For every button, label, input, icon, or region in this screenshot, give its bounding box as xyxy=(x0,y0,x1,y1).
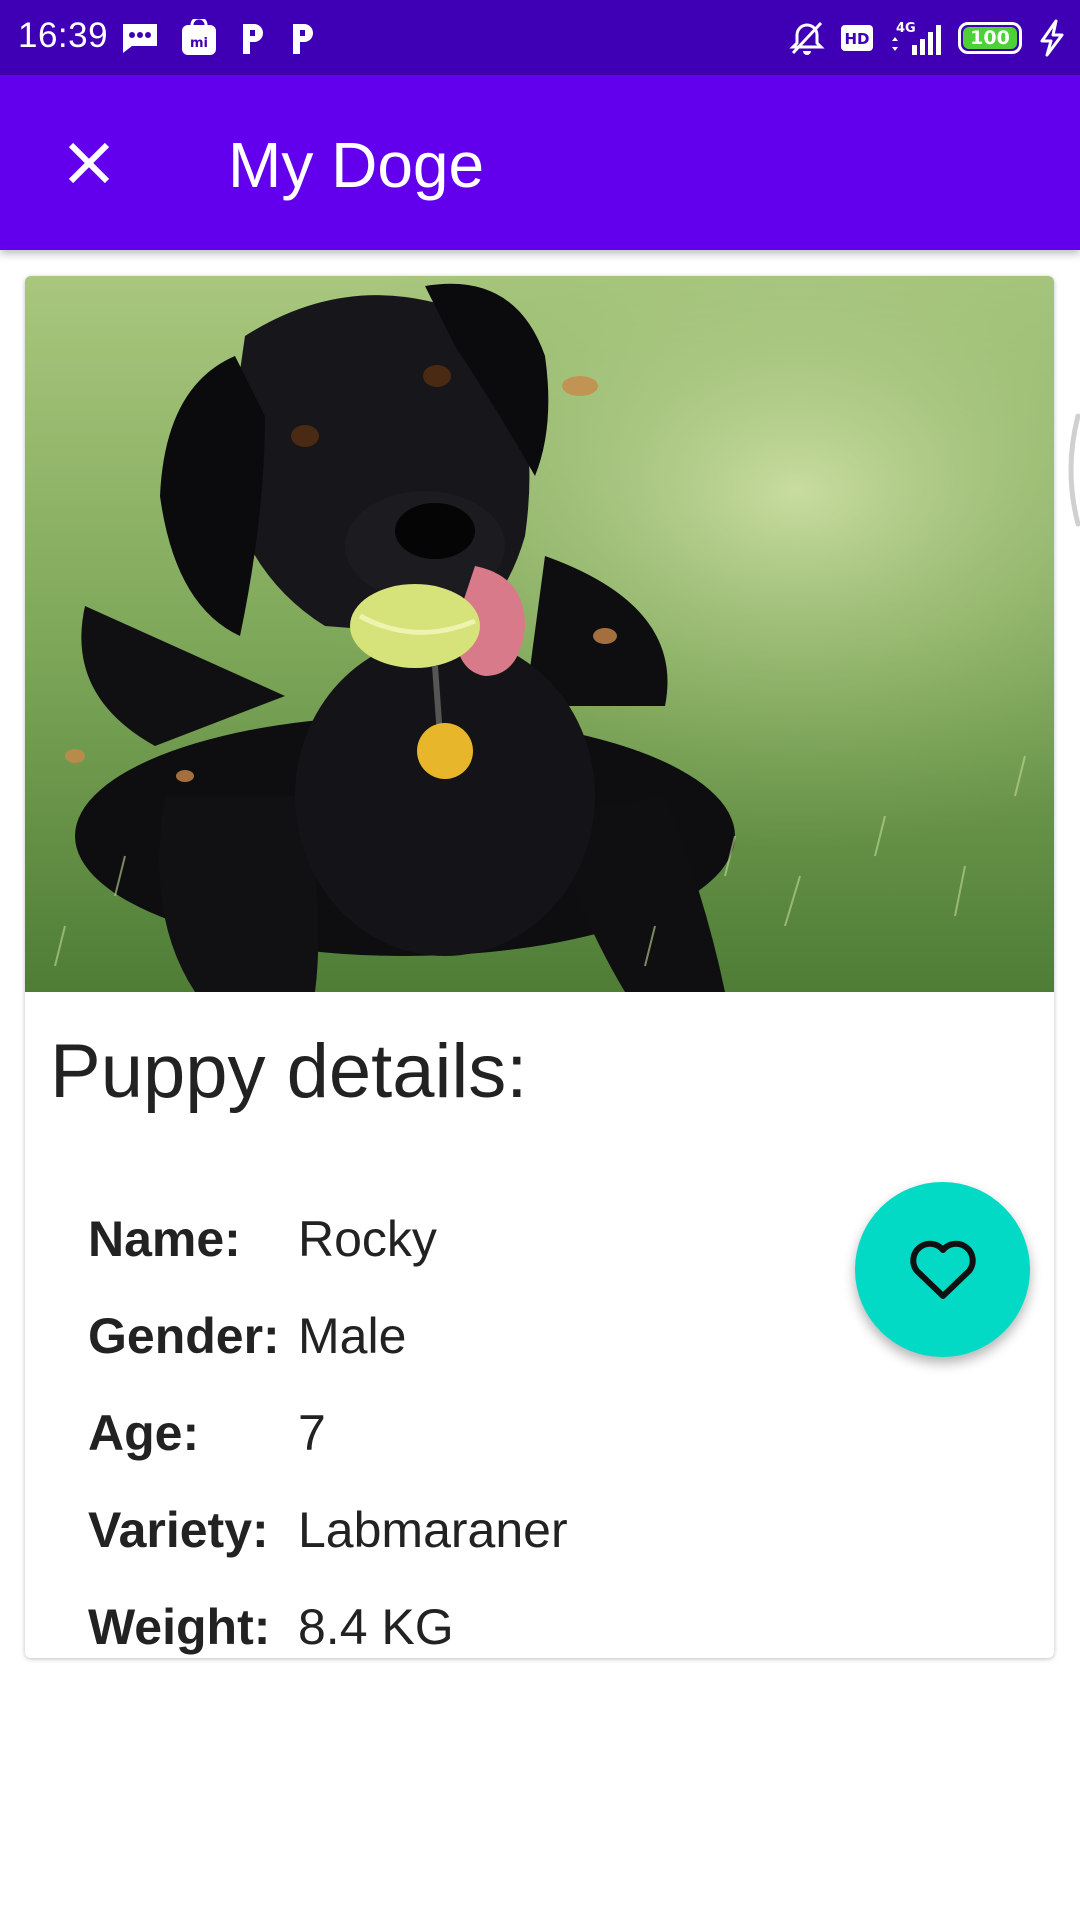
status-time: 16:39 xyxy=(18,16,109,55)
detail-row-weight: Weight: 8.4 KG xyxy=(88,1587,454,1667)
edge-swipe-handle[interactable] xyxy=(1062,412,1080,528)
detail-row-age: Age: 7 xyxy=(88,1393,326,1473)
detail-label: Gender: xyxy=(88,1308,280,1364)
mi-store-icon: mi xyxy=(180,19,218,57)
detail-value: Male xyxy=(298,1308,407,1364)
detail-value: Rocky xyxy=(298,1211,437,1267)
details-heading: Puppy details: xyxy=(50,1029,528,1114)
charging-icon xyxy=(1036,19,1068,57)
dog-photo xyxy=(25,276,1054,992)
battery-level: 100 xyxy=(970,27,1010,49)
detail-value: 7 xyxy=(298,1405,326,1461)
favorite-button[interactable] xyxy=(855,1182,1030,1357)
battery-icon: 100 xyxy=(958,22,1022,54)
detail-row-gender: Gender: Male xyxy=(88,1296,406,1376)
svg-text:mi: mi xyxy=(190,36,208,51)
heart-outline-icon xyxy=(909,1240,976,1299)
app-bar: My Doge xyxy=(0,75,1080,250)
detail-row-variety: Variety: Labmaraner xyxy=(88,1490,568,1570)
status-bar: 16:39 mi HD 4G 100 xyxy=(0,0,1080,75)
detail-value: Labmaraner xyxy=(298,1502,568,1558)
page-title: My Doge xyxy=(228,129,485,201)
message-icon xyxy=(120,21,160,55)
puppy-card: Puppy details: Name: Rocky Gender: Male … xyxy=(25,276,1054,1658)
p-app-icon xyxy=(288,20,318,56)
alarm-off-icon xyxy=(788,19,826,57)
svg-text:HD: HD xyxy=(844,30,869,48)
close-button[interactable] xyxy=(44,118,134,208)
detail-label: Variety: xyxy=(88,1502,269,1558)
hd-icon: HD xyxy=(840,23,874,53)
svg-text:4G: 4G xyxy=(896,21,916,36)
4g-signal-icon: 4G xyxy=(888,19,944,57)
detail-value: 8.4 KG xyxy=(298,1599,454,1655)
close-icon xyxy=(68,142,110,184)
status-system-icons: HD 4G 100 xyxy=(788,18,1068,58)
detail-label: Name: xyxy=(88,1211,241,1267)
status-notification-icons: mi xyxy=(120,18,318,58)
detail-row-name: Name: Rocky xyxy=(88,1199,437,1279)
detail-label: Weight: xyxy=(88,1599,271,1655)
detail-label: Age: xyxy=(88,1405,200,1461)
p-app-icon xyxy=(238,20,268,56)
